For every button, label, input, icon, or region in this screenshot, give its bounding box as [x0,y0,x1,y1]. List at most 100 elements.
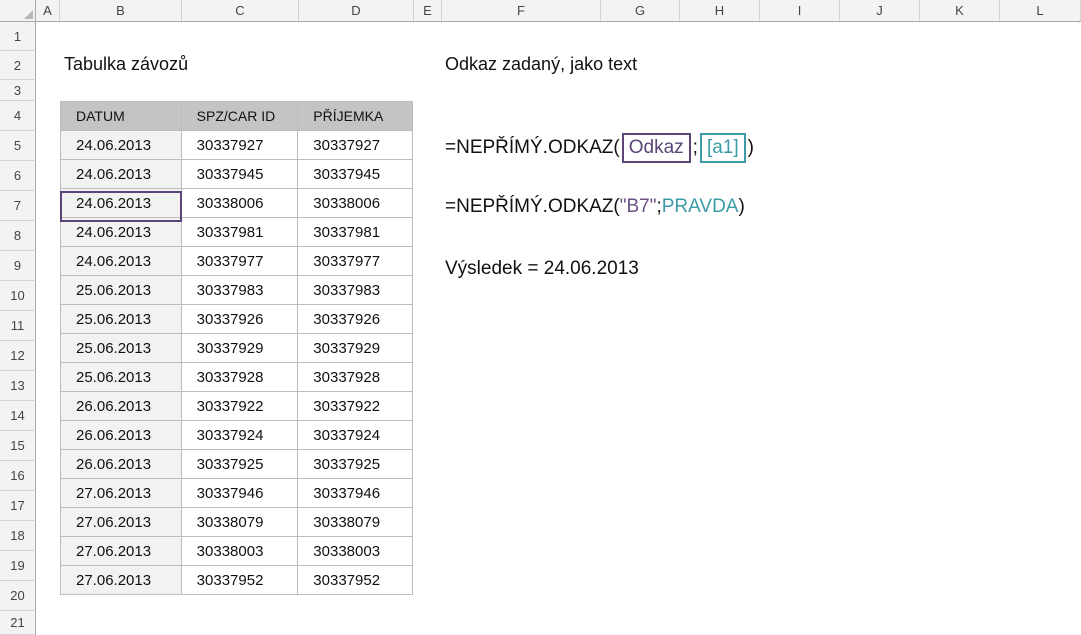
date-cell[interactable]: 27.06.2013 [60,478,182,508]
car-id-cell[interactable]: 30338079 [180,507,299,537]
row-header[interactable]: 13 [0,371,36,401]
syntax-separator: ; [692,137,698,158]
date-cell[interactable]: 27.06.2013 [60,565,182,595]
car-id-cell[interactable]: 30337977 [180,246,299,276]
header-cell-spz[interactable]: SPZ/CAR ID [180,101,299,131]
car-id-cell[interactable]: 30337946 [180,478,299,508]
table-row: 27.06.2013 30337946 30337946 [60,478,413,508]
receipt-cell[interactable]: 30337922 [297,391,413,421]
receipt-cell[interactable]: 30338003 [297,536,413,566]
row-header[interactable]: 11 [0,311,36,341]
car-id-cell[interactable]: 30338006 [180,188,299,218]
row-header[interactable]: 3 [0,80,36,101]
table-row: 27.06.2013 30337952 30337952 [60,565,413,595]
column-header-j[interactable]: J [840,0,920,22]
row-header[interactable]: 20 [0,581,36,611]
receipt-cell[interactable]: 30337927 [297,130,413,160]
example-formula: =NEPŘÍMÝ.ODKAZ("B7";PRAVDA) [445,196,745,218]
row-header[interactable]: 19 [0,551,36,581]
date-cell[interactable]: 25.06.2013 [60,304,182,334]
date-cell[interactable]: 26.06.2013 [60,420,182,450]
select-all-corner[interactable] [0,0,36,22]
row-header[interactable]: 1 [0,22,36,51]
receipt-cell[interactable]: 30337977 [297,246,413,276]
column-header-f[interactable]: F [442,0,601,22]
date-cell[interactable]: 24.06.2013 [60,246,182,276]
row-header[interactable]: 7 [0,191,36,221]
car-id-cell[interactable]: 30337929 [180,333,299,363]
row-header[interactable]: 10 [0,281,36,311]
column-header-k[interactable]: K [920,0,1000,22]
row-header[interactable]: 21 [0,611,36,635]
header-cell-datum[interactable]: DATUM [60,101,182,131]
receipt-cell[interactable]: 30337946 [297,478,413,508]
car-id-cell[interactable]: 30337945 [180,159,299,189]
receipt-cell[interactable]: 30337928 [297,362,413,392]
date-cell[interactable]: 26.06.2013 [60,391,182,421]
table-row: 26.06.2013 30337922 30337922 [60,391,413,421]
row-header[interactable]: 9 [0,251,36,281]
table-header-row: DATUM SPZ/CAR ID PŘÍJEMKA [60,101,413,131]
date-cell[interactable]: 25.06.2013 [60,362,182,392]
table-row: 27.06.2013 30338003 30338003 [60,536,413,566]
receipt-cell[interactable]: 30337983 [297,275,413,305]
car-id-cell[interactable]: 30337922 [180,391,299,421]
car-id-cell[interactable]: 30337928 [180,362,299,392]
row-header[interactable]: 16 [0,461,36,491]
column-header-b[interactable]: B [60,0,182,22]
receipt-cell[interactable]: 30338079 [297,507,413,537]
column-header-i[interactable]: I [760,0,840,22]
row-header[interactable]: 5 [0,131,36,161]
table-row: 25.06.2013 30337983 30337983 [60,275,413,305]
car-id-cell[interactable]: 30337925 [180,449,299,479]
active-cell-selection [60,191,182,222]
row-header[interactable]: 4 [0,101,36,131]
date-cell[interactable]: 25.06.2013 [60,333,182,363]
car-id-cell[interactable]: 30337926 [180,304,299,334]
header-cell-prijemka[interactable]: PŘÍJEMKA [297,101,413,131]
receipt-cell[interactable]: 30337952 [297,565,413,595]
row-header[interactable]: 14 [0,401,36,431]
example-arg-bool: PRAVDA [661,196,739,217]
table-row: 24.06.2013 30337977 30337977 [60,246,413,276]
row-header[interactable]: 15 [0,431,36,461]
date-cell[interactable]: 25.06.2013 [60,275,182,305]
receipt-cell[interactable]: 30337926 [297,304,413,334]
column-header-a[interactable]: A [36,0,60,22]
car-id-cell[interactable]: 30337983 [180,275,299,305]
date-cell[interactable]: 27.06.2013 [60,536,182,566]
car-id-cell[interactable]: 30337924 [180,420,299,450]
column-header-c[interactable]: C [182,0,299,22]
car-id-cell[interactable]: 30337927 [180,130,299,160]
date-cell[interactable]: 27.06.2013 [60,507,182,537]
example-prefix: =NEPŘÍMÝ.ODKAZ( [445,196,620,217]
row-header[interactable]: 17 [0,491,36,521]
column-header-g[interactable]: G [601,0,680,22]
date-cell[interactable]: 24.06.2013 [60,159,182,189]
receipt-cell[interactable]: 30337924 [297,420,413,450]
car-id-cell[interactable]: 30338003 [180,536,299,566]
receipt-cell[interactable]: 30337945 [297,159,413,189]
column-header-h[interactable]: H [680,0,760,22]
syntax-arg-odkaz: Odkaz [621,133,691,163]
receipt-cell[interactable]: 30338006 [297,188,413,218]
syntax-formula: =NEPŘÍMÝ.ODKAZ(Odkaz; [a1]) [445,133,754,163]
table-row: 25.06.2013 30337928 30337928 [60,362,413,392]
row-header[interactable]: 12 [0,341,36,371]
car-id-cell[interactable]: 30337981 [180,217,299,247]
car-id-cell[interactable]: 30337952 [180,565,299,595]
example-suffix: ) [738,196,745,217]
row-header[interactable]: 8 [0,221,36,251]
row-header[interactable]: 18 [0,521,36,551]
date-cell[interactable]: 26.06.2013 [60,449,182,479]
column-header-d[interactable]: D [299,0,414,22]
receipt-cell[interactable]: 30337929 [297,333,413,363]
column-header-e[interactable]: E [414,0,442,22]
date-cell[interactable]: 24.06.2013 [60,130,182,160]
receipt-cell[interactable]: 30337981 [297,217,413,247]
row-header[interactable]: 6 [0,161,36,191]
column-header-l[interactable]: L [1000,0,1081,22]
result-text: Výsledek = 24.06.2013 [445,258,639,279]
receipt-cell[interactable]: 30337925 [297,449,413,479]
row-header[interactable]: 2 [0,51,36,80]
